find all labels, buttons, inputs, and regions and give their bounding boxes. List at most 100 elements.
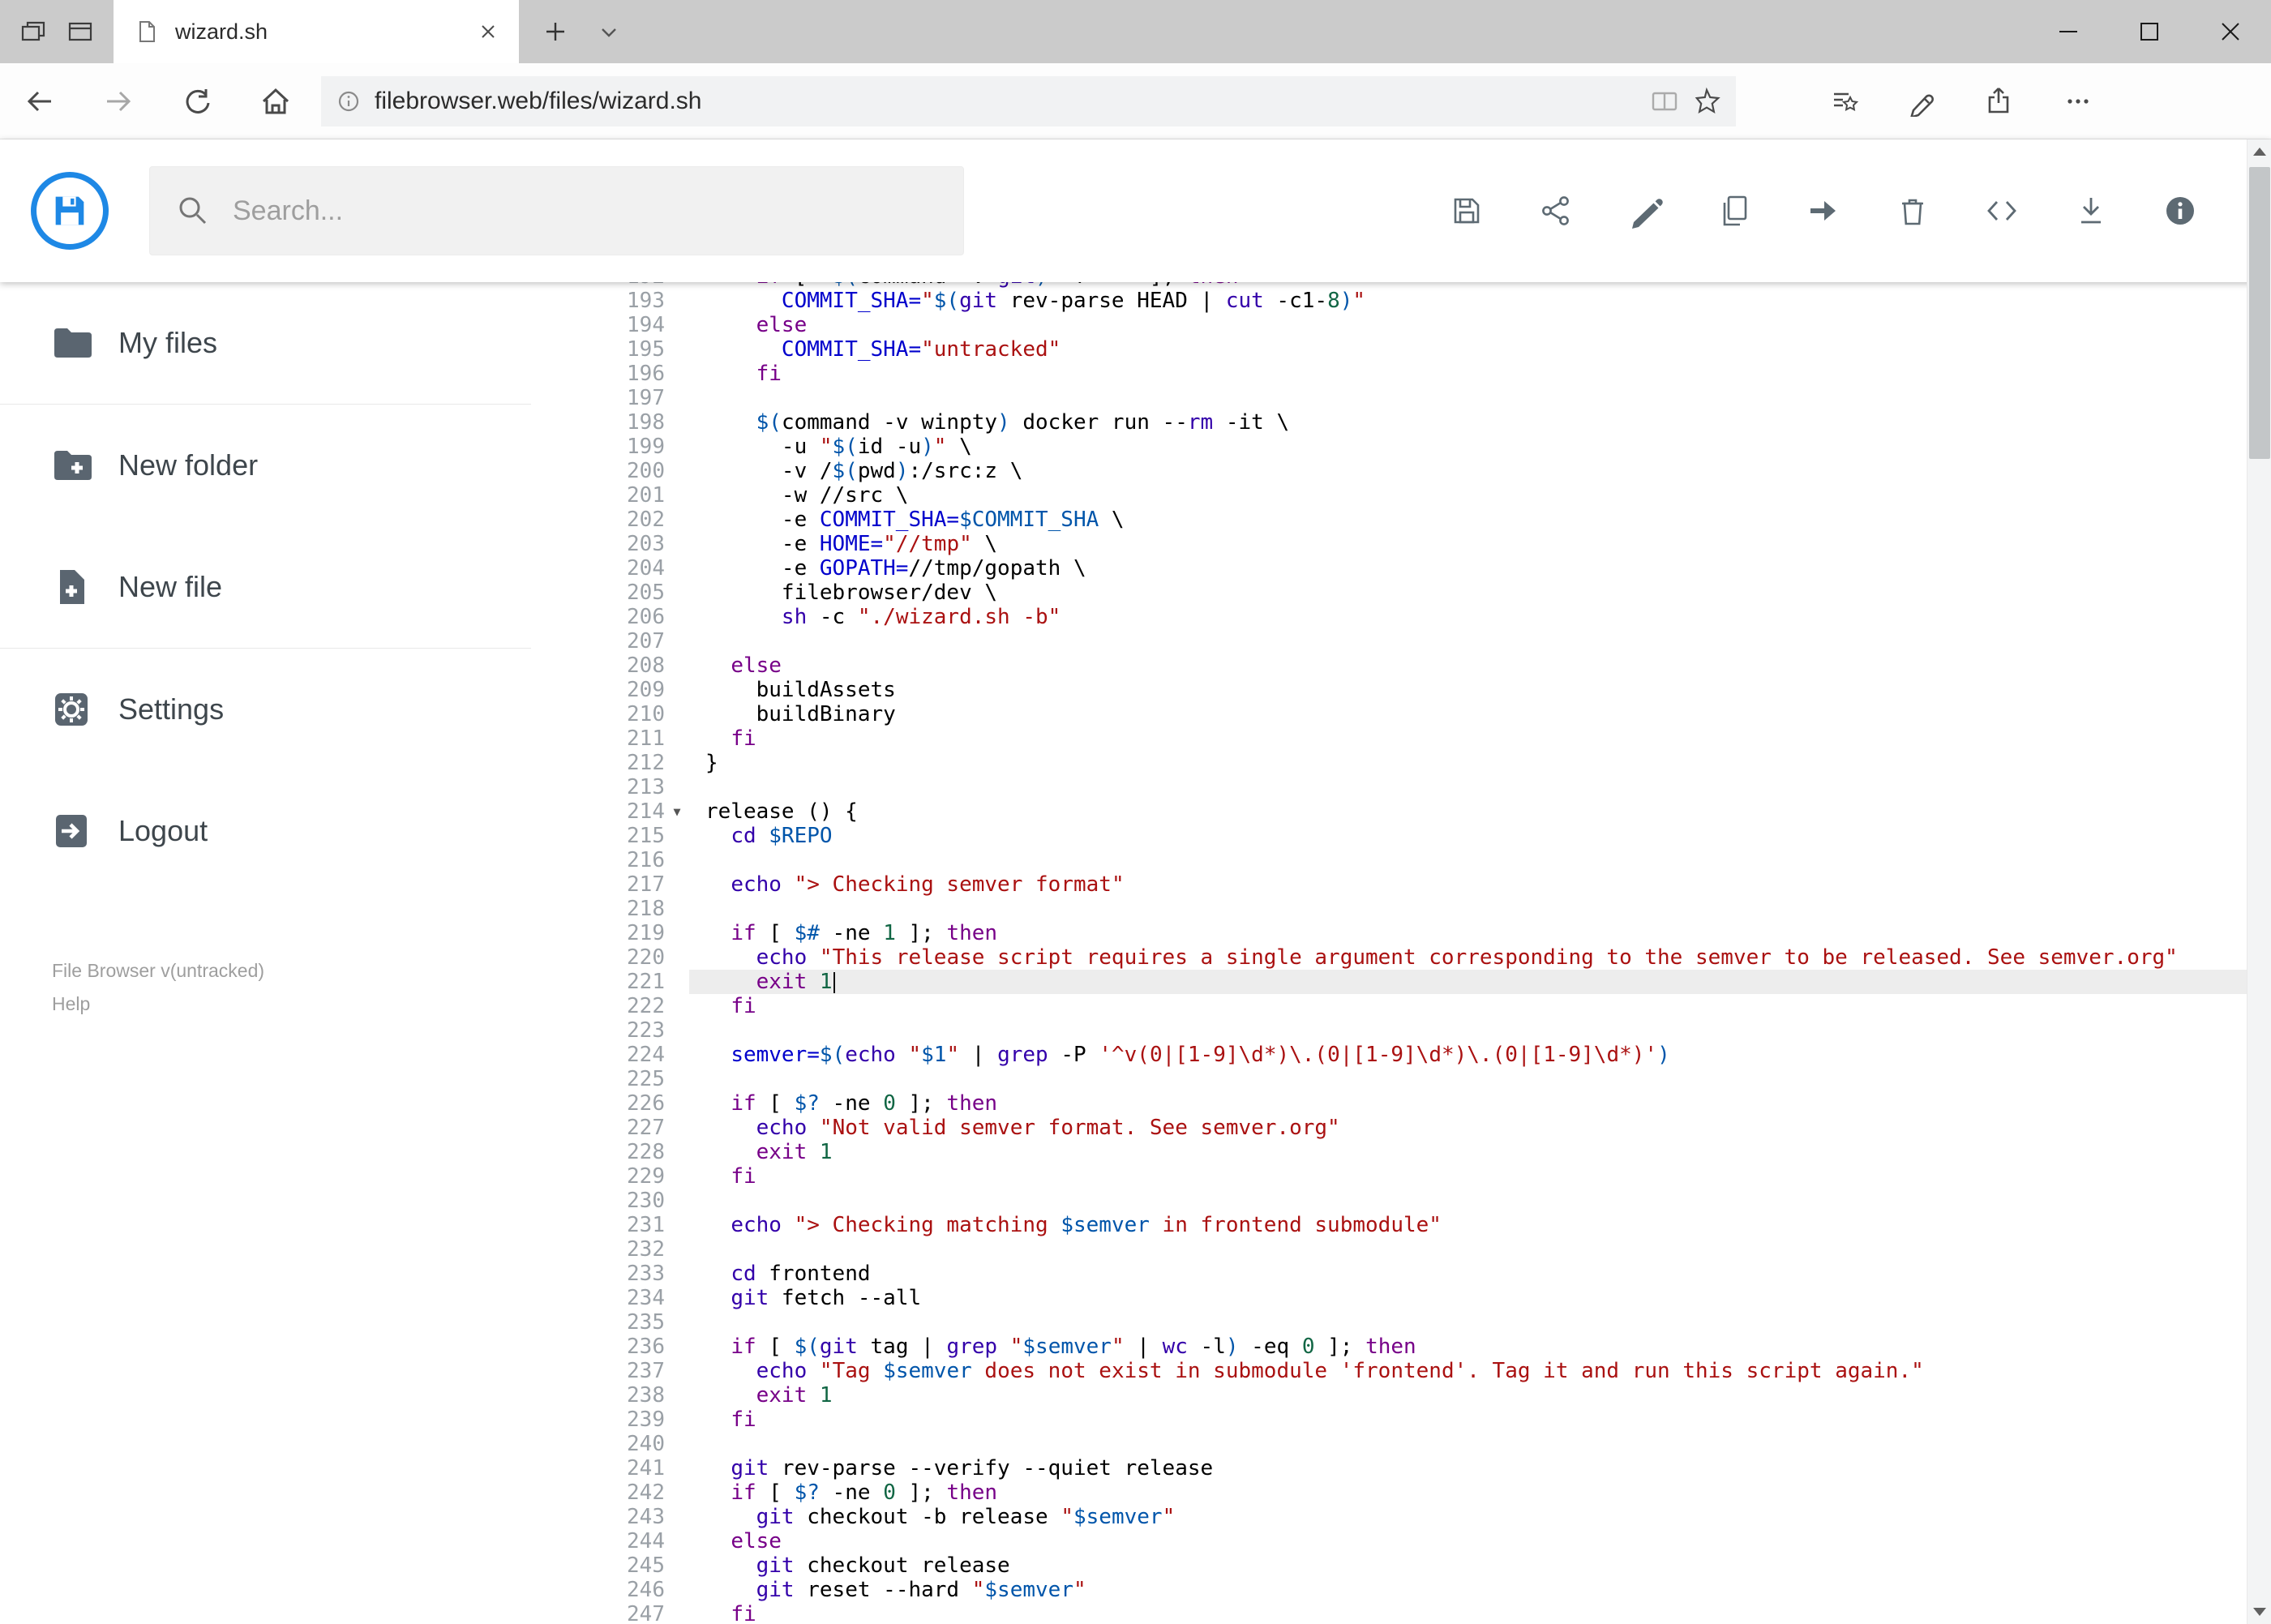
code-line[interactable]: 220 echo "This release script requires a…: [531, 945, 2271, 970]
help-link[interactable]: Help: [52, 993, 531, 1015]
code-line[interactable]: 228 exit 1: [531, 1140, 2271, 1164]
site-info-icon[interactable]: [336, 88, 362, 114]
tab-preview-icon[interactable]: [66, 18, 94, 45]
code-text[interactable]: buildBinary: [689, 702, 2271, 726]
code-text[interactable]: -e COMMIT_SHA=$COMMIT_SHA \: [689, 508, 2271, 532]
code-line[interactable]: 216: [531, 848, 2271, 872]
code-line[interactable]: 218: [531, 897, 2271, 921]
code-text[interactable]: git checkout -b release "$semver": [689, 1505, 2271, 1529]
code-text[interactable]: else: [689, 653, 2271, 678]
code-text[interactable]: else: [689, 313, 2271, 337]
code-text[interactable]: cd $REPO: [689, 824, 2271, 848]
code-line[interactable]: 199 -u "$(id -u)" \: [531, 435, 2271, 459]
tab-close-icon[interactable]: [478, 22, 498, 41]
code-text[interactable]: fi: [689, 726, 2271, 751]
url-text[interactable]: filebrowser.web/files/wizard.sh: [375, 88, 1637, 115]
delete-button[interactable]: [1893, 191, 1932, 230]
code-line[interactable]: 197: [531, 386, 2271, 410]
code-text[interactable]: -v /$(pwd):/src:z \: [689, 459, 2271, 483]
web-note-pen-icon[interactable]: [1883, 86, 1961, 117]
code-text[interactable]: semver=$(echo "$1" | grep -P '^v(0|[1-9]…: [689, 1043, 2271, 1067]
scroll-down-arrow-icon[interactable]: [2247, 1600, 2271, 1624]
code-text[interactable]: echo "> Checking matching $semver in fro…: [689, 1213, 2271, 1237]
code-line[interactable]: 242 if [ $? -ne 0 ]; then: [531, 1480, 2271, 1505]
code-text[interactable]: -w //src \: [689, 483, 2271, 508]
set-tabs-aside-icon[interactable]: [19, 18, 47, 45]
code-line[interactable]: 247 fi: [531, 1602, 2271, 1624]
code-text[interactable]: if [ $# -ne 1 ]; then: [689, 921, 2271, 945]
code-line[interactable]: 205 filebrowser/dev \: [531, 581, 2271, 605]
code-text[interactable]: $(command -v winpty) docker run --rm -it…: [689, 410, 2271, 435]
code-line[interactable]: 209 buildAssets: [531, 678, 2271, 702]
code-text[interactable]: echo "> Checking semver format": [689, 872, 2271, 897]
code-line[interactable]: 237 echo "Tag $semver does not exist in …: [531, 1359, 2271, 1383]
share-icon[interactable]: [1961, 86, 2039, 117]
code-text[interactable]: echo "Not valid semver format. See semve…: [689, 1116, 2271, 1140]
code-line[interactable]: 236 if [ $(git tag | grep "$semver" | wc…: [531, 1335, 2271, 1359]
code-text[interactable]: [689, 1310, 2271, 1335]
code-text[interactable]: echo "This release script requires a sin…: [689, 945, 2271, 970]
more-options-icon[interactable]: [2039, 86, 2117, 117]
code-text[interactable]: exit 1: [689, 1140, 2271, 1164]
code-text[interactable]: fi: [689, 1164, 2271, 1189]
address-bar[interactable]: filebrowser.web/files/wizard.sh: [321, 75, 1736, 126]
code-text[interactable]: }: [689, 751, 2271, 775]
code-text[interactable]: exit 1: [689, 1383, 2271, 1408]
code-text[interactable]: git rev-parse --verify --quiet release: [689, 1456, 2271, 1480]
code-line[interactable]: 239 fi: [531, 1408, 2271, 1432]
code-line[interactable]: 245 git checkout release: [531, 1553, 2271, 1578]
favorite-star-icon[interactable]: [1692, 87, 1721, 116]
code-line[interactable]: 201 -w //src \: [531, 483, 2271, 508]
code-text[interactable]: [689, 848, 2271, 872]
code-text[interactable]: [689, 386, 2271, 410]
rename-button[interactable]: [1626, 191, 1665, 230]
code-line[interactable]: 195 COMMIT_SHA="untracked": [531, 337, 2271, 362]
code-text[interactable]: fi: [689, 994, 2271, 1018]
code-line[interactable]: 212}: [531, 751, 2271, 775]
code-text[interactable]: [689, 775, 2271, 799]
code-text[interactable]: echo "Tag $semver does not exist in subm…: [689, 1359, 2271, 1383]
sidebar-item-new-file[interactable]: New file: [0, 526, 531, 648]
scrollbar-thumb[interactable]: [2249, 167, 2270, 459]
code-line[interactable]: 204 -e GOPATH=//tmp/gopath \: [531, 556, 2271, 581]
code-text[interactable]: if [ $? -ne 0 ]; then: [689, 1480, 2271, 1505]
code-line[interactable]: 196 fi: [531, 362, 2271, 386]
code-line[interactable]: 211 fi: [531, 726, 2271, 751]
code-line[interactable]: 219 if [ $# -ne 1 ]; then: [531, 921, 2271, 945]
fold-open-icon[interactable]: ▼: [665, 799, 689, 824]
code-text[interactable]: COMMIT_SHA="$(git rev-parse HEAD | cut -…: [689, 289, 2271, 313]
code-line[interactable]: 222 fi: [531, 994, 2271, 1018]
code-line[interactable]: 207: [531, 629, 2271, 653]
app-logo[interactable]: [31, 172, 109, 250]
code-line[interactable]: 193 COMMIT_SHA="$(git rev-parse HEAD | c…: [531, 289, 2271, 313]
share-file-button[interactable]: [1536, 191, 1575, 230]
code-line[interactable]: 233 cd frontend: [531, 1262, 2271, 1286]
code-text[interactable]: if [ $(git tag | grep "$semver" | wc -l)…: [689, 1335, 2271, 1359]
code-text[interactable]: cd frontend: [689, 1262, 2271, 1286]
code-text[interactable]: [689, 629, 2271, 653]
code-line[interactable]: 240: [531, 1432, 2271, 1456]
back-button[interactable]: [0, 85, 79, 118]
new-tab-icon[interactable]: [543, 19, 568, 44]
sidebar-item-logout[interactable]: Logout: [0, 770, 531, 892]
code-line[interactable]: 192 if [ "$(command -v git)" != "" ]; th…: [531, 282, 2271, 289]
code-text[interactable]: [689, 1067, 2271, 1091]
code-line[interactable]: 200 -v /$(pwd):/src:z \: [531, 459, 2271, 483]
move-button[interactable]: [1804, 191, 1843, 230]
code-line[interactable]: 221 exit 1: [531, 970, 2271, 994]
code-line[interactable]: 226 if [ $? -ne 0 ]; then: [531, 1091, 2271, 1116]
refresh-button[interactable]: [157, 85, 236, 118]
code-line[interactable]: 235: [531, 1310, 2271, 1335]
code-text[interactable]: filebrowser/dev \: [689, 581, 2271, 605]
raw-code-button[interactable]: [1982, 191, 2021, 230]
code-text[interactable]: if [ $? -ne 0 ]; then: [689, 1091, 2271, 1116]
code-line[interactable]: 217 echo "> Checking semver format": [531, 872, 2271, 897]
code-text[interactable]: [689, 897, 2271, 921]
code-line[interactable]: 232: [531, 1237, 2271, 1262]
reading-view-icon[interactable]: [1650, 87, 1679, 116]
browser-tab[interactable]: wizard.sh: [114, 0, 519, 63]
info-button[interactable]: [2161, 191, 2200, 230]
code-text[interactable]: git checkout release: [689, 1553, 2271, 1578]
code-line[interactable]: 225: [531, 1067, 2271, 1091]
code-line[interactable]: 215 cd $REPO: [531, 824, 2271, 848]
